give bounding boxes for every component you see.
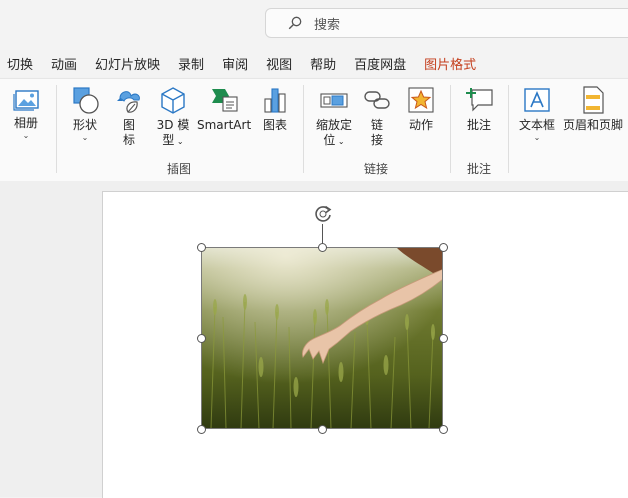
ribbon: 相册 ⌄ 形状 ⌄ 图 标 3D 模 型 ⌄ SmartArt 图表 插图 缩放…: [0, 78, 628, 182]
resize-handle-top-left[interactable]: [197, 243, 206, 252]
tab-record[interactable]: 录制: [178, 54, 204, 73]
chart-label: 图表: [262, 118, 287, 132]
link-label-line2: 接: [370, 133, 383, 147]
comment-button[interactable]: 批注: [460, 85, 498, 133]
resize-handle-left[interactable]: [197, 334, 206, 343]
3d-model-label-line2: 型: [162, 133, 175, 147]
textbox-icon: [524, 88, 550, 112]
icons-label-line1: 图: [122, 118, 135, 132]
tab-animations[interactable]: 动画: [51, 54, 77, 73]
resize-handle-bottom-right[interactable]: [439, 425, 448, 434]
album-label: 相册: [13, 116, 38, 130]
selection-frame: [201, 247, 443, 429]
photo-album-icon: [13, 90, 39, 111]
3d-model-label-line1: 3D 模: [156, 118, 190, 132]
group-divider: [508, 85, 509, 173]
tab-help[interactable]: 帮助: [310, 54, 336, 73]
header-footer-icon: [583, 86, 604, 114]
album-button[interactable]: 相册 ⌄: [6, 85, 46, 140]
comment-label: 批注: [466, 118, 491, 132]
resize-handle-right[interactable]: [439, 334, 448, 343]
ribbon-tabs: 切换 动画 幻灯片放映 录制 审阅 视图 帮助 百度网盘 图片格式: [0, 50, 476, 76]
chevron-down-icon: ⌄: [22, 131, 30, 140]
header-footer-button[interactable]: 页眉和页脚: [560, 85, 626, 133]
chevron-down-icon: ⌄: [533, 133, 541, 142]
icons-button[interactable]: 图 标: [111, 85, 147, 148]
chevron-down-icon: ⌄: [335, 137, 345, 146]
tab-baidu-netdisk[interactable]: 百度网盘: [354, 54, 406, 73]
title-bar: 搜索: [0, 0, 628, 46]
resize-handle-top[interactable]: [318, 243, 327, 252]
bar-chart-icon: [264, 88, 286, 113]
tab-view[interactable]: 视图: [266, 54, 292, 73]
icons-label-line2: 标: [122, 133, 135, 147]
chart-button[interactable]: 图表: [257, 85, 293, 133]
chevron-down-icon: ⌄: [81, 133, 89, 142]
zoom-button[interactable]: 缩放定 位 ⌄: [311, 85, 357, 149]
zoom-label-line1: 缩放定: [315, 118, 352, 132]
shapes-label: 形状: [72, 118, 97, 132]
smartart-icon: [212, 89, 238, 112]
action-button[interactable]: 动作: [402, 85, 440, 133]
group-label-comments: 批注: [467, 162, 492, 176]
group-divider: [56, 85, 57, 173]
action-label: 动作: [408, 118, 433, 132]
shapes-button[interactable]: 形状 ⌄: [66, 85, 104, 142]
smartart-button[interactable]: SmartArt: [197, 85, 251, 133]
resize-handle-bottom-left[interactable]: [197, 425, 206, 434]
icons-icon: [117, 91, 140, 113]
rotation-stem: [322, 224, 323, 244]
group-label-links: 链接: [364, 162, 389, 176]
search-placeholder: 搜索: [314, 17, 341, 33]
resize-handle-bottom[interactable]: [318, 425, 327, 434]
search-box[interactable]: 搜索: [265, 8, 628, 38]
chevron-down-icon: ⌄: [174, 137, 184, 146]
search-icon: [288, 16, 302, 30]
zoom-label-line2: 位: [323, 133, 336, 147]
tab-transitions[interactable]: 切换: [7, 54, 33, 73]
shapes-icon: [73, 87, 99, 114]
smartart-label: SmartArt: [197, 118, 252, 132]
link-icon: [364, 91, 390, 109]
tab-slideshow[interactable]: 幻灯片放映: [95, 54, 160, 73]
group-label-illustrations: 插图: [167, 162, 192, 176]
action-star-icon: [408, 87, 434, 113]
link-label-line1: 链: [370, 118, 383, 132]
textbox-button[interactable]: 文本框 ⌄: [516, 85, 558, 142]
link-button[interactable]: 链 接: [360, 85, 394, 148]
rotate-handle-icon[interactable]: [312, 203, 334, 225]
resize-handle-top-right[interactable]: [439, 243, 448, 252]
tab-review[interactable]: 审阅: [222, 54, 248, 73]
tab-picture-format[interactable]: 图片格式: [424, 54, 476, 73]
header-footer-label: 页眉和页脚: [562, 118, 623, 132]
group-divider: [450, 85, 451, 173]
cube-3d-icon: [161, 87, 185, 114]
group-divider: [303, 85, 304, 173]
textbox-label: 文本框: [518, 118, 555, 132]
zoom-icon: [320, 93, 348, 108]
3d-model-button[interactable]: 3D 模 型 ⌄: [152, 85, 194, 149]
comment-icon: [466, 88, 493, 112]
